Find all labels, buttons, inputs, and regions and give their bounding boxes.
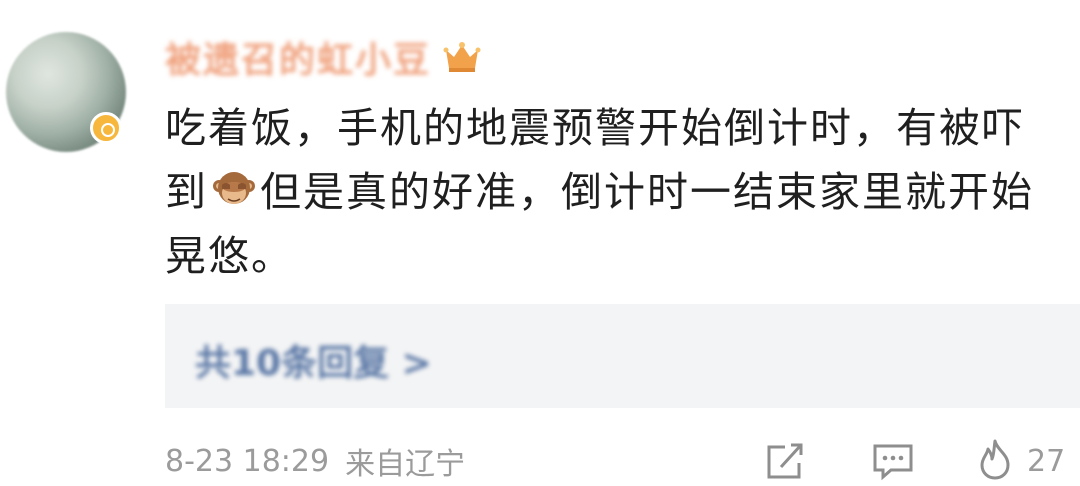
share-icon[interactable] (763, 436, 807, 486)
avatar[interactable] (6, 32, 126, 152)
comment-text-part2: 但是真的好准，倒计时一结束家里就开始晃悠。 (165, 168, 1034, 280)
replies-box[interactable]: 共10条回复 > (165, 304, 1080, 408)
comment-footer: 8-23 18:29 来自辽宁 27 (165, 436, 1080, 486)
comment-text: 吃着饭，手机的地震预警开始倒计时，有被吓到 但是真的好准，倒计时一结束家里就开始… (165, 96, 1065, 288)
flame-icon (975, 438, 1015, 484)
view-replies-link[interactable]: 共10条回复 > (195, 334, 432, 386)
see-no-evil-monkey-emoji (212, 166, 256, 210)
comment-card: 被遗召的虹小豆 吃着饭，手机的地震预警开始倒计时，有被吓到 但是真的好准，倒计时… (0, 0, 1080, 486)
timestamp: 8-23 18:29 (165, 443, 330, 479)
username[interactable]: 被遗召的虹小豆 (165, 31, 431, 83)
like-button[interactable]: 27 (975, 436, 1065, 486)
source-location: 来自辽宁 (345, 447, 466, 482)
verified-badge-icon (90, 112, 122, 144)
crown-icon (443, 40, 481, 74)
username-row: 被遗召的虹小豆 (165, 32, 481, 82)
comment-icon[interactable] (871, 436, 915, 486)
like-count: 27 (1027, 443, 1066, 479)
